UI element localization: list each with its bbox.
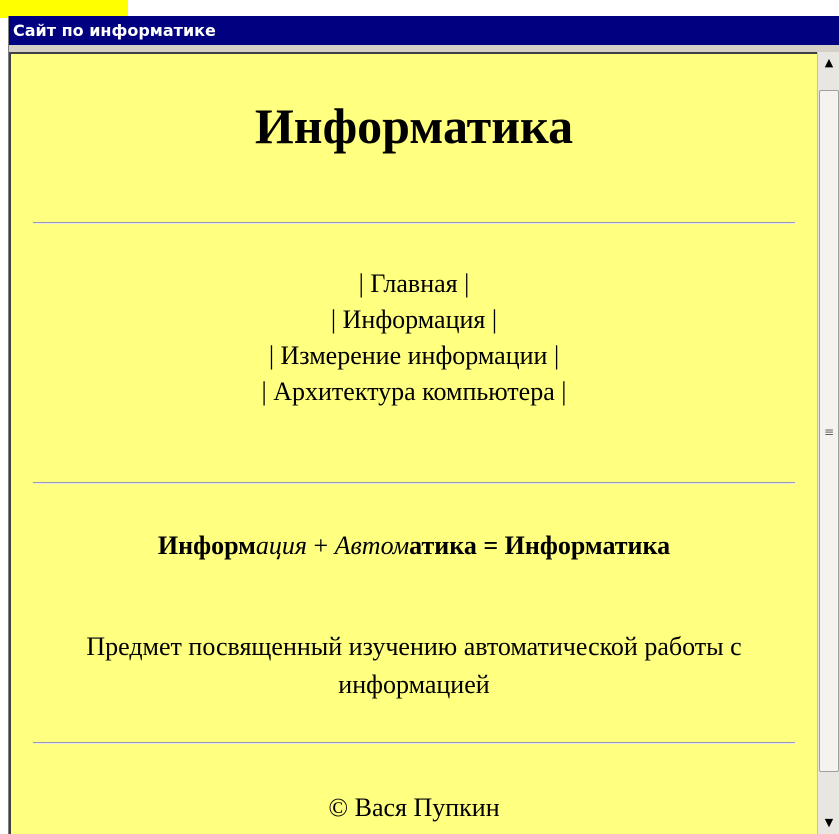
window-titlebar[interactable]: Сайт по информатике — [9, 16, 839, 45]
divider — [33, 222, 795, 224]
arrow-down-icon[interactable]: ▼ — [818, 812, 839, 834]
window-title: Сайт по информатике — [13, 21, 216, 40]
page-content: Информатика | Главная | | Информация | |… — [9, 52, 817, 834]
formula-part2-bold: атика — [409, 531, 477, 560]
main-nav: | Главная | | Информация | | Измерение и… — [11, 266, 817, 410]
divider — [33, 482, 795, 484]
nav-link-information[interactable]: | Информация | — [11, 302, 817, 338]
formula-part1-bold: Информ — [157, 531, 256, 560]
subject-description: Предмет посвященный изучению автоматичес… — [86, 632, 742, 699]
formula-plus: + — [306, 531, 335, 560]
term-formula: Информация + Автоматика = Информатика — [11, 528, 817, 564]
arrow-up-icon[interactable]: ▲ — [818, 52, 839, 74]
divider — [33, 742, 795, 744]
browser-window: Сайт по информатике Информатика | Главна… — [8, 16, 839, 834]
nav-link-architecture[interactable]: | Архитектура компьютера | — [11, 374, 817, 410]
vertical-scrollbar[interactable]: ▲ ≡ ▼ — [817, 52, 839, 834]
formula-result: = Информатика — [476, 531, 671, 560]
formula-part1-italic: ация — [255, 531, 307, 560]
nav-link-measurement[interactable]: | Измерение информации | — [11, 338, 817, 374]
formula-part2-italic: Автом — [334, 531, 410, 560]
nav-link-home[interactable]: | Главная | — [11, 266, 817, 302]
scroll-grip-icon: ≡ — [824, 425, 835, 439]
footer-copyright: © Вася Пупкин — [328, 793, 500, 822]
page-title: Информатика — [254, 98, 574, 154]
scroll-thumb[interactable]: ≡ — [819, 90, 839, 772]
